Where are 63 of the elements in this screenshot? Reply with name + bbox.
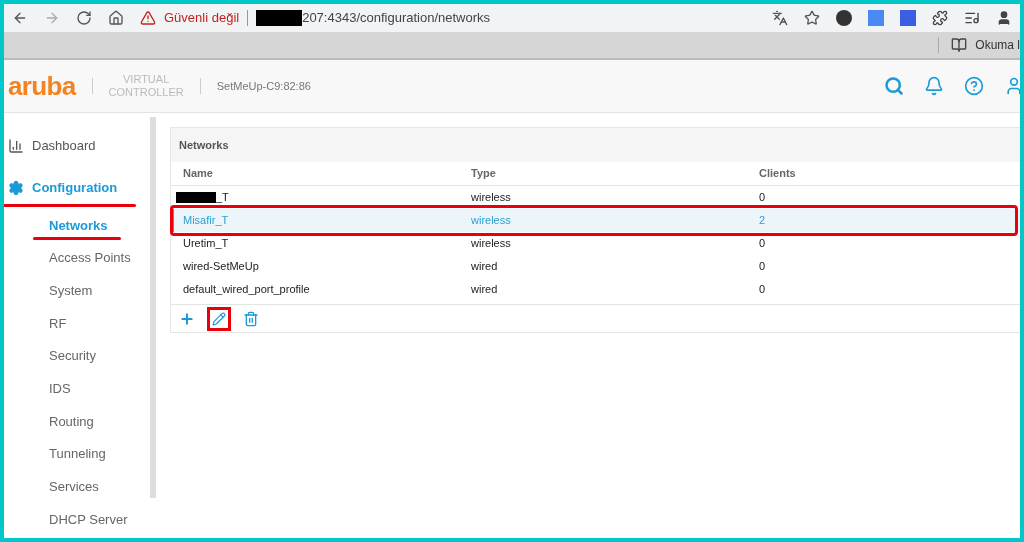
- table-cell-text: 0: [758, 259, 766, 275]
- translate-icon[interactable]: [772, 10, 788, 26]
- url-text: 207:4343/configuration/networks: [302, 9, 491, 28]
- bookmark-item[interactable]: Okuma l: [975, 36, 1020, 54]
- nav-item[interactable]: Configuration: [4, 167, 150, 209]
- redaction-bar: [256, 10, 303, 26]
- home-icon[interactable]: [108, 10, 124, 26]
- settings-icon: [8, 180, 24, 196]
- nav-subitem[interactable]: RF: [4, 307, 150, 340]
- table-cell-text: 2: [758, 213, 766, 229]
- device-name: SetMeUp-C9:82:86: [216, 78, 311, 94]
- nav-subitem[interactable]: Security: [4, 339, 150, 373]
- table-cell-text: wired-SetMeUp: [182, 259, 260, 275]
- table-cell-text: wired: [470, 259, 499, 275]
- table-row[interactable]: Uretim_T wireless 0: [171, 232, 1020, 255]
- table-cell: _T: [174, 189, 467, 206]
- table-row[interactable]: _T wireless 0: [171, 186, 1020, 209]
- star-icon[interactable]: [804, 10, 820, 26]
- nav-subitem[interactable]: Networks: [4, 209, 150, 242]
- reload-icon[interactable]: [76, 10, 92, 26]
- logo: aruba: [8, 73, 76, 99]
- reading-list-icon[interactable]: [951, 37, 968, 53]
- nav-subitem[interactable]: Routing: [4, 405, 150, 438]
- nav-subitem[interactable]: DHCP Server: [4, 503, 150, 536]
- product-label: CONTROLLER: [108, 86, 184, 99]
- nav-subitem[interactable]: Tunneling: [4, 437, 150, 471]
- table-cell-text: Uretim_T: [182, 236, 230, 252]
- table-cell-text: 0: [758, 282, 766, 298]
- column-header[interactable]: Clients: [755, 165, 796, 182]
- nav-subitem[interactable]: Services: [4, 470, 150, 504]
- nav-subitem[interactable]: System: [4, 274, 150, 308]
- table-cell-text: default_wired_port_profile: [182, 282, 311, 298]
- table-cell-text: wireless: [470, 213, 512, 229]
- table-cell-text: Misafir_T: [182, 213, 230, 229]
- help-icon[interactable]: [964, 76, 984, 96]
- nav-subitem[interactable]: Access Points: [4, 241, 150, 275]
- delete-icon[interactable]: [243, 310, 259, 327]
- table-cell-text: 0: [758, 190, 766, 206]
- search-icon[interactable]: [884, 76, 904, 96]
- column-header[interactable]: Type: [467, 165, 755, 182]
- panel-title: Networks: [179, 137, 229, 153]
- user-icon[interactable]: [1004, 76, 1020, 96]
- table-cell-text: wireless: [470, 190, 512, 206]
- table-cell-text: wireless: [470, 236, 512, 252]
- playlist-icon[interactable]: [964, 10, 980, 26]
- warning-icon: [140, 10, 156, 26]
- table-row[interactable]: wired-SetMeUp wired 0: [171, 255, 1020, 278]
- back-icon[interactable]: [12, 10, 28, 26]
- profile-icon[interactable]: [996, 10, 1012, 26]
- add-icon[interactable]: [179, 310, 195, 327]
- bar-chart-icon: [8, 138, 24, 154]
- product-label: VIRTUAL: [123, 73, 170, 86]
- edit-icon[interactable]: [212, 311, 226, 326]
- table-cell-text: 0: [758, 236, 766, 252]
- extension-icon[interactable]: [836, 10, 852, 26]
- table-cell-text: wired: [470, 282, 499, 298]
- puzzle-icon[interactable]: [932, 10, 948, 26]
- nav-subitem[interactable]: IDS: [4, 372, 150, 406]
- nav-item[interactable]: Dashboard: [4, 125, 150, 167]
- bell-icon[interactable]: [924, 76, 944, 96]
- table-row[interactable]: default_wired_port_profile wired 0: [171, 278, 1020, 301]
- security-label: Güvenli değil: [164, 9, 240, 28]
- column-header[interactable]: Name: [171, 165, 467, 182]
